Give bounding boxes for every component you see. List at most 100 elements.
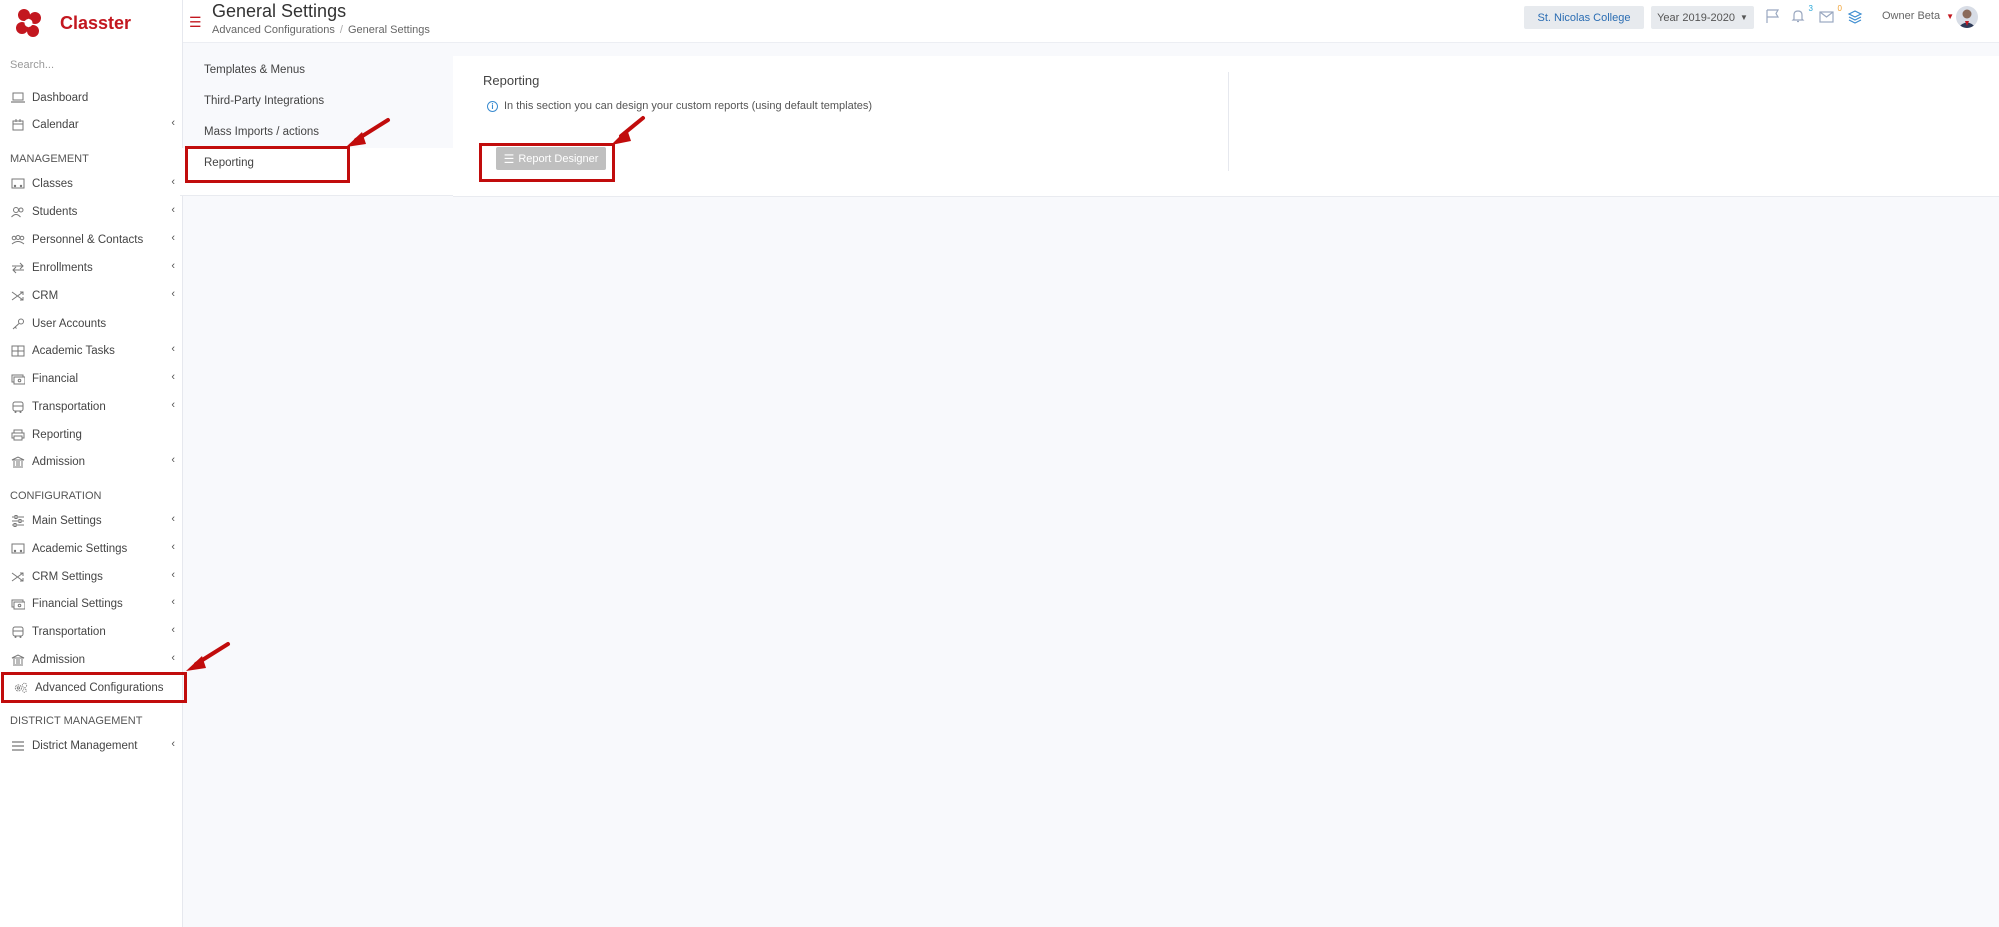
user-name: Owner Beta	[1882, 10, 1941, 22]
institution-icon	[11, 653, 25, 667]
sidebar-item-dashboard[interactable]: Dashboard	[0, 87, 183, 109]
sidebar-item-students[interactable]: Students ‹	[0, 201, 183, 223]
app-name: Classter	[60, 12, 132, 33]
sidebar-item-advanced-configurations[interactable]: Advanced Configurations	[1, 672, 187, 703]
sidebar-item-user-accounts[interactable]: User Accounts	[0, 313, 183, 335]
subnav-item-templates-menus[interactable]: Templates & Menus	[204, 64, 305, 76]
gears-icon	[14, 681, 28, 695]
sidebar-item-label: Reporting	[32, 429, 82, 441]
sidebar-item-financial-settings[interactable]: Financial Settings ‹	[0, 593, 183, 615]
sidebar-item-label: Advanced Configurations	[35, 681, 164, 694]
info-message: i In this section you can design your cu…	[487, 100, 872, 112]
sidebar-item-personnel[interactable]: Personnel & Contacts ‹	[0, 229, 183, 251]
breadcrumb-item: General Settings	[347, 24, 430, 36]
sidebar-item-crm[interactable]: CRM ‹	[0, 285, 183, 307]
bus-icon	[11, 400, 25, 414]
chevron-left-icon: ‹	[171, 399, 175, 411]
sidebar-item-label: Academic Settings	[32, 543, 128, 555]
flag-icon[interactable]	[1765, 8, 1783, 26]
users-icon	[11, 205, 25, 219]
classter-logo-icon	[16, 9, 41, 37]
sidebar-item-crm-settings[interactable]: CRM Settings ‹	[0, 566, 183, 588]
annotation-arrow-icon	[186, 642, 230, 671]
caret-down-icon: ▼	[1946, 12, 1955, 21]
sidebar-item-admission-settings[interactable]: Admission ‹	[0, 649, 183, 671]
bell-icon[interactable]: 3	[1790, 4, 1813, 26]
sidebar-item-transportation[interactable]: Transportation ‹	[0, 396, 183, 418]
page-title: General Settings	[212, 1, 347, 21]
report-designer-button[interactable]: ☰ Report Designer	[496, 147, 606, 170]
sidebar: Classter Dashboard Calendar ‹ MANAGEMENT…	[0, 0, 187, 927]
menu-toggle-icon[interactable]: ☰	[189, 14, 202, 31]
sidebar-item-academic-tasks[interactable]: Academic Tasks ‹	[0, 340, 183, 362]
sidebar-item-label: Dashboard	[32, 92, 89, 104]
year-selector[interactable]: Year 2019-2020 ▼	[1651, 6, 1754, 29]
grid-icon	[11, 344, 25, 358]
panel-title: Reporting	[483, 73, 540, 88]
search-input[interactable]	[10, 59, 170, 71]
breadcrumb: Advanced Configurations / General Settings	[212, 24, 430, 36]
sidebar-item-label: District Management	[32, 740, 138, 752]
shuffle-icon	[11, 570, 25, 584]
section-configuration: CONFIGURATION	[10, 490, 102, 502]
message-count: 0	[1837, 4, 1842, 13]
chevron-left-icon: ‹	[171, 260, 175, 272]
chevron-left-icon: ‹	[171, 513, 175, 525]
institution-icon	[11, 455, 25, 469]
exchange-icon	[11, 261, 25, 275]
sidebar-item-label: Personnel & Contacts	[32, 234, 144, 246]
shuffle-icon	[11, 289, 25, 303]
sidebar-item-enrollments[interactable]: Enrollments ‹	[0, 257, 183, 279]
subnav-item-mass-imports[interactable]: Mass Imports / actions	[204, 126, 319, 138]
sidebar-item-label: Financial Settings	[32, 598, 123, 610]
sidebar-item-label: Admission	[32, 456, 86, 468]
laptop-icon	[11, 91, 25, 105]
reporting-panel	[453, 56, 1999, 197]
subnav-item-third-party-integrations[interactable]: Third-Party Integrations	[204, 95, 324, 107]
bus-icon	[11, 625, 25, 639]
calendar-icon	[11, 118, 25, 132]
sidebar-item-classes[interactable]: Classes ‹	[0, 173, 183, 195]
chevron-left-icon: ‹	[171, 232, 175, 244]
sidebar-item-admission[interactable]: Admission ‹	[0, 451, 183, 473]
sidebar-item-label: Transportation	[32, 401, 106, 413]
chevron-left-icon: ‹	[171, 652, 175, 664]
chevron-left-icon: ‹	[171, 343, 175, 355]
top-header: ☰ General Settings Advanced Configuratio…	[183, 0, 1999, 43]
sidebar-item-district-management[interactable]: District Management ‹	[0, 735, 183, 757]
sidebar-item-main-settings[interactable]: Main Settings ‹	[0, 510, 183, 532]
breadcrumb-item[interactable]: Advanced Configurations	[212, 24, 335, 36]
sidebar-item-label: Calendar	[32, 119, 79, 131]
caret-down-icon: ▼	[1739, 13, 1748, 22]
sidebar-item-label: User Accounts	[32, 318, 107, 330]
messages-icon[interactable]: 0	[1819, 4, 1842, 26]
sidebar-item-academic-settings[interactable]: Academic Settings ‹	[0, 538, 183, 560]
sidebar-item-financial[interactable]: Financial ‹	[0, 368, 183, 390]
switch-layers-icon[interactable]	[1847, 8, 1865, 26]
sidebar-item-calendar[interactable]: Calendar ‹	[0, 114, 183, 136]
money-icon	[11, 372, 25, 386]
info-text: In this section you can design your cust…	[504, 100, 873, 112]
sidebar-item-label: Main Settings	[32, 515, 102, 527]
avatar[interactable]	[1956, 6, 1978, 28]
sliders-icon	[11, 514, 25, 528]
college-selector[interactable]: St. Nicolas College	[1524, 6, 1644, 29]
info-icon: i	[487, 100, 498, 112]
classroom-icon	[11, 177, 25, 191]
sidebar-item-transportation-settings[interactable]: Transportation ‹	[0, 621, 183, 643]
sidebar-item-reporting[interactable]: Reporting	[0, 424, 183, 446]
sidebar-item-label: CRM Settings	[32, 571, 103, 583]
sidebar-item-label: Enrollments	[32, 262, 93, 274]
sidebar-item-label: CRM	[32, 290, 59, 302]
logo[interactable]: Classter	[14, 6, 131, 40]
section-management: MANAGEMENT	[10, 153, 89, 165]
chevron-left-icon: ‹	[171, 176, 175, 188]
chevron-left-icon: ‹	[171, 371, 175, 383]
sidebar-item-label: Admission	[32, 654, 86, 666]
panel-divider	[1228, 72, 1229, 171]
classroom-icon	[11, 542, 25, 556]
chevron-left-icon: ‹	[171, 624, 175, 636]
money-icon	[11, 597, 25, 611]
key-icon	[11, 317, 25, 331]
user-menu[interactable]: Owner Beta ▼	[1882, 10, 1954, 22]
